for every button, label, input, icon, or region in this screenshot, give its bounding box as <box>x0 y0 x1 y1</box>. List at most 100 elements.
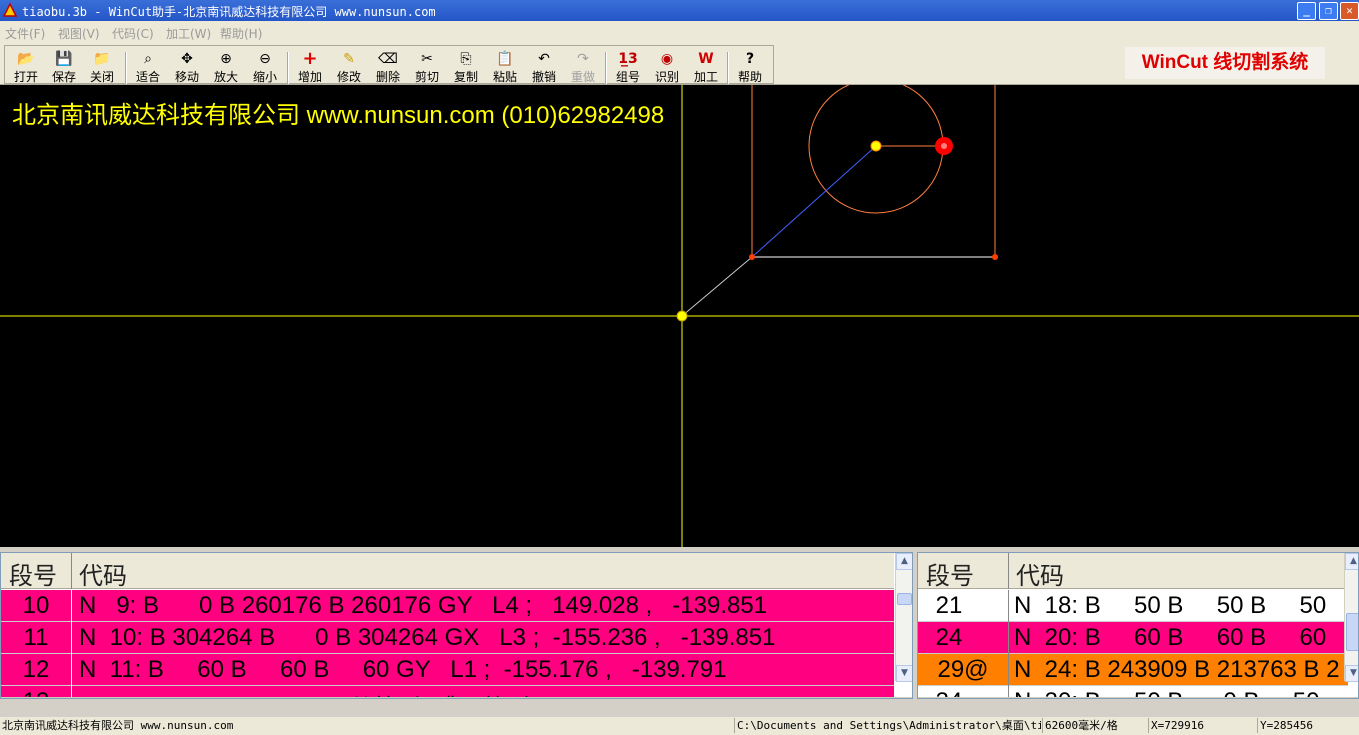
close-button[interactable]: ✕ <box>1340 2 1359 20</box>
header-code: 代码 <box>79 562 127 590</box>
title-bar: tiaobu.3b - WinCut助手-北京南讯威达科技有限公司 www.nu… <box>0 0 1359 21</box>
circle-center-marker <box>870 140 882 152</box>
redo-icon: ↷ <box>577 51 589 67</box>
open-button[interactable]: 📂 打开 <box>7 50 45 84</box>
cut-icon: ✂ <box>421 51 433 67</box>
toolbar-separator <box>605 52 607 84</box>
toolbar-group: 📂 打开 💾 保存 📁 关闭 ⌕ 适合 ✥ 移动 ⊕ 放大 ⊖ 缩小 + 增加 ✎ 修改 ⌫ 删除 … <box>4 45 774 84</box>
toolbar-separator <box>287 52 289 84</box>
status-file-path: C:\Documents and Settings\Administrator\… <box>734 718 1041 733</box>
scroll-thumb[interactable] <box>897 593 912 605</box>
rectangle-contour <box>751 85 996 258</box>
status-scale: 62600毫米/格 <box>1042 718 1145 733</box>
help-icon: ? <box>745 51 755 67</box>
table-header: 段号 代码 <box>1 553 894 590</box>
entry-path-line <box>681 256 753 317</box>
menu-help[interactable]: 帮助(H) <box>220 25 262 42</box>
window-title: tiaobu.3b - WinCut助手-北京南讯威达科技有限公司 www.nu… <box>22 5 436 19</box>
edit-button[interactable]: ✎ 修改 <box>330 50 368 84</box>
menu-machining[interactable]: 加工(W) <box>166 25 211 42</box>
scroll-right-icon[interactable]: ▶ <box>1324 698 1341 699</box>
minimize-button[interactable]: _ <box>1297 2 1316 20</box>
header-seg: 段号 <box>926 562 974 590</box>
corner-point <box>749 254 755 260</box>
status-x-coordinate: X=729916 <box>1148 718 1255 733</box>
toolbar-separator <box>727 52 729 84</box>
table-row-selected[interactable]: 29@ N 24: B 243909 B 213763 B 2 <box>918 654 1348 686</box>
paste-button[interactable]: 📋 粘贴 <box>486 50 524 84</box>
paste-icon: 📋 <box>496 51 514 67</box>
current-position-dot <box>941 143 947 149</box>
copy-button[interactable]: ⎘ 复制 <box>447 50 485 84</box>
company-banner: 北京南讯威达科技有限公司 www.nunsun.com (010)6298249… <box>12 102 665 129</box>
zoom-out-icon: ⊖ <box>259 51 271 67</box>
corner-point <box>992 254 998 260</box>
menu-view[interactable]: 视图(V) <box>58 25 100 42</box>
right-code-table: 段号 代码 21 N 18: B 50 B 50 B 50 24 N 20: B… <box>917 552 1359 699</box>
table-row[interactable]: 11 N 10: B 304264 B 0 B 304264 GX L3 ; -… <box>1 622 894 654</box>
folder-open-icon: 📂 <box>17 51 35 67</box>
save-button[interactable]: 💾 保存 <box>45 50 83 84</box>
column-divider <box>71 590 72 698</box>
close-file-icon: 📁 <box>93 51 111 67</box>
move-icon: ✥ <box>181 51 193 67</box>
menu-bar: 文件(F) 视图(V) 代码(C) 加工(W) 帮助(H) <box>0 21 1359 42</box>
scroll-up-icon[interactable]: ▲ <box>896 553 912 570</box>
left-code-table: 段号 代码 10 N 9: B 0 B 260176 B 260176 GY L… <box>0 552 913 699</box>
origin-marker <box>676 310 688 322</box>
delete-button[interactable]: ⌫ 删除 <box>369 50 407 84</box>
brand-label: WinCut 线切割系统 <box>1125 47 1325 79</box>
cad-drawing <box>0 85 1359 547</box>
move-button[interactable]: ✥ 移动 <box>168 50 206 84</box>
app-icon[interactable] <box>2 2 18 18</box>
jump-path-line <box>751 145 877 258</box>
table-row[interactable]: 21 N 18: B 50 B 50 B 50 <box>918 590 1348 622</box>
horizontal-scrollbar[interactable]: ◀ ▶ <box>1 697 912 699</box>
vertical-scrollbar[interactable]: ▲ ▼ <box>1344 553 1358 682</box>
status-company: 北京南讯威达科技有限公司 www.nunsun.com <box>2 719 234 732</box>
status-bar: 北京南讯威达科技有限公司 www.nunsun.com C:\Documents… <box>0 717 1359 735</box>
scroll-right-icon[interactable]: ▶ <box>877 698 894 699</box>
cut-button[interactable]: ✂ 剪切 <box>408 50 446 84</box>
machining-button[interactable]: W 加工 <box>687 50 725 84</box>
close-file-button[interactable]: 📁 关闭 <box>83 50 121 84</box>
scroll-thumb[interactable] <box>1346 613 1358 651</box>
machining-w-icon: W <box>698 51 714 67</box>
scroll-up-icon[interactable]: ▲ <box>1345 553 1358 570</box>
help-button[interactable]: ? 帮助 <box>731 50 769 84</box>
menu-code[interactable]: 代码(C) <box>112 25 154 42</box>
group-number-button[interactable]: 1̲3 组号 <box>609 50 647 84</box>
add-button[interactable]: + 增加 <box>291 48 329 85</box>
recognize-eye-icon: ◉ <box>660 51 674 67</box>
zoom-out-button[interactable]: ⊖ 缩小 <box>246 50 284 84</box>
undo-button[interactable]: ↶ 撤销 <box>525 50 563 84</box>
zoom-in-icon: ⊕ <box>220 51 232 67</box>
column-divider <box>1008 553 1009 589</box>
header-seg: 段号 <box>9 562 57 590</box>
scroll-left-icon[interactable]: ◀ <box>1 698 18 699</box>
redo-button[interactable]: ↷ 重做 <box>564 50 602 84</box>
vertical-scrollbar[interactable]: ▲ ▼ <box>895 553 912 682</box>
horizontal-scrollbar[interactable]: ◀ ▶ <box>918 697 1358 699</box>
table-row[interactable]: 10 N 9: B 0 B 260176 B 260176 GY L4 ; 14… <box>1 590 894 622</box>
menu-file[interactable]: 文件(F) <box>5 25 45 42</box>
status-y-coordinate: Y=285456 <box>1257 718 1356 733</box>
restore-button[interactable]: ❐ <box>1319 2 1338 20</box>
table-row[interactable]: 24 N 20: B 60 B 60 B 60 <box>918 622 1348 654</box>
zoom-fit-button[interactable]: ⌕ 适合 <box>129 50 167 84</box>
scroll-down-icon[interactable]: ▼ <box>896 665 912 682</box>
column-divider <box>1008 590 1009 698</box>
edit-icon: ✎ <box>343 51 355 67</box>
zoom-in-button[interactable]: ⊕ 放大 <box>207 50 245 84</box>
undo-icon: ↶ <box>538 51 550 67</box>
add-icon: + <box>302 48 318 69</box>
drawing-canvas[interactable]: 北京南讯威达科技有限公司 www.nunsun.com (010)6298249… <box>0 85 1359 547</box>
save-icon: 💾 <box>55 51 73 67</box>
toolbar-separator <box>125 52 127 84</box>
scroll-left-icon[interactable]: ◀ <box>918 698 935 699</box>
table-row[interactable]: 12 N 11: B 60 B 60 B 60 GY L1 ; -155.176… <box>1 654 894 686</box>
zoom-fit-icon: ⌕ <box>144 51 152 67</box>
recognize-button[interactable]: ◉ 识别 <box>648 50 686 84</box>
scroll-down-icon[interactable]: ▼ <box>1345 665 1358 682</box>
copy-icon: ⎘ <box>460 51 472 67</box>
